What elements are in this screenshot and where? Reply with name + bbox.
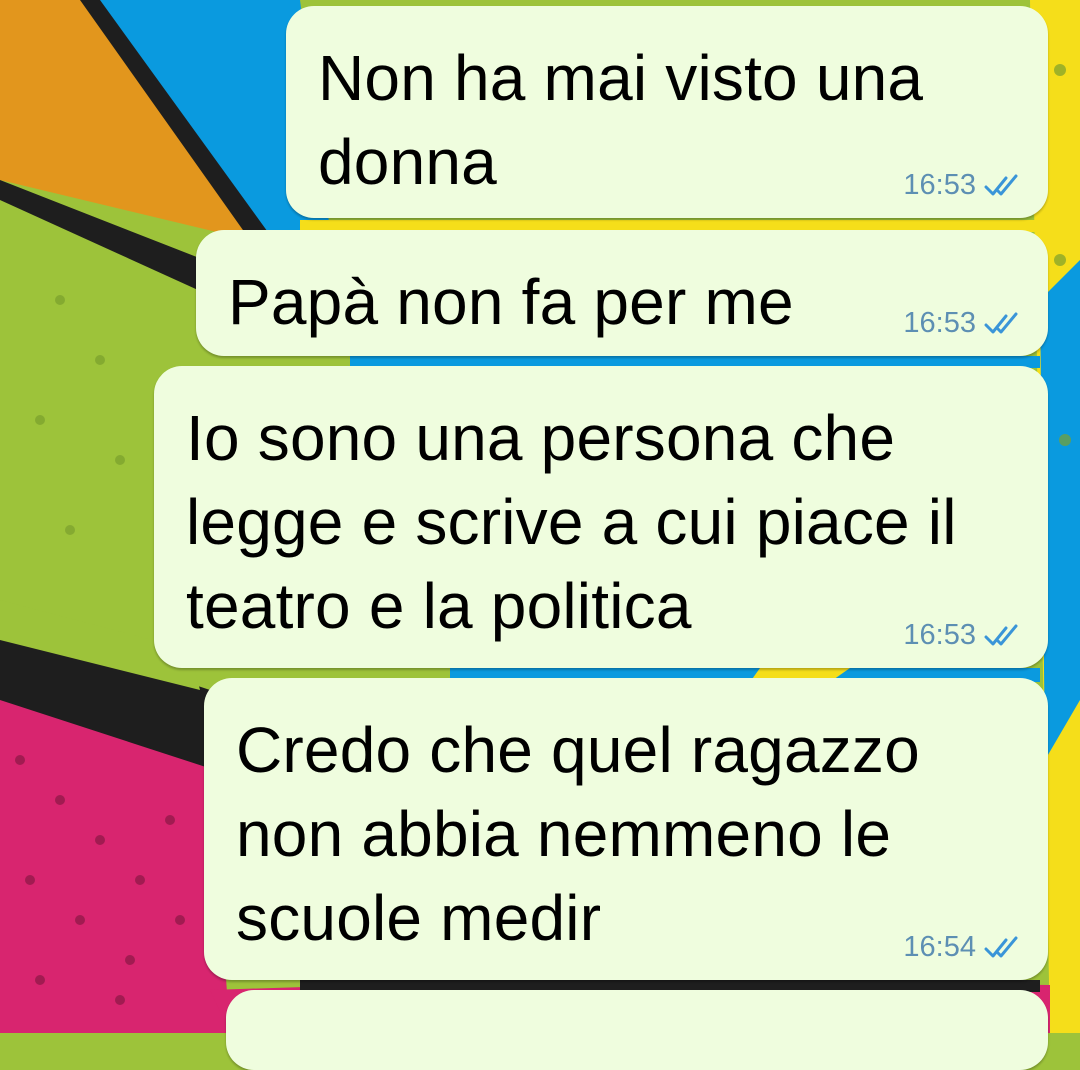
message-bubble[interactable]: Io sono una persona che legge e scrive a… bbox=[154, 366, 1048, 668]
message-time: 16:53 bbox=[903, 169, 976, 201]
message-meta: 16:53 bbox=[903, 619, 1028, 652]
message-text: Papà non fa per me bbox=[228, 266, 794, 338]
message-bubble[interactable]: Papà non fa per me 16:53 bbox=[196, 230, 1048, 356]
read-double-check-icon bbox=[984, 624, 1018, 645]
read-double-check-icon bbox=[984, 936, 1018, 957]
read-double-check-icon bbox=[984, 174, 1018, 195]
message-time: 16:53 bbox=[903, 307, 976, 339]
message-meta: 16:53 bbox=[903, 307, 1028, 340]
message-bubble[interactable]: Credo che quel ragazzo non abbia nemmeno… bbox=[204, 678, 1048, 980]
message-text: Credo che quel ragazzo non abbia nemmeno… bbox=[236, 714, 920, 954]
message-time: 16:54 bbox=[903, 931, 976, 963]
message-meta: 16:54 bbox=[903, 931, 1028, 964]
message-time: 16:53 bbox=[903, 619, 976, 651]
message-bubble-partial[interactable] bbox=[226, 990, 1048, 1070]
message-bubble[interactable]: Non ha mai visto una donna 16:53 bbox=[286, 6, 1048, 218]
message-meta: 16:53 bbox=[903, 169, 1028, 202]
read-double-check-icon bbox=[984, 312, 1018, 333]
message-text: Io sono una persona che legge e scrive a… bbox=[186, 402, 957, 642]
